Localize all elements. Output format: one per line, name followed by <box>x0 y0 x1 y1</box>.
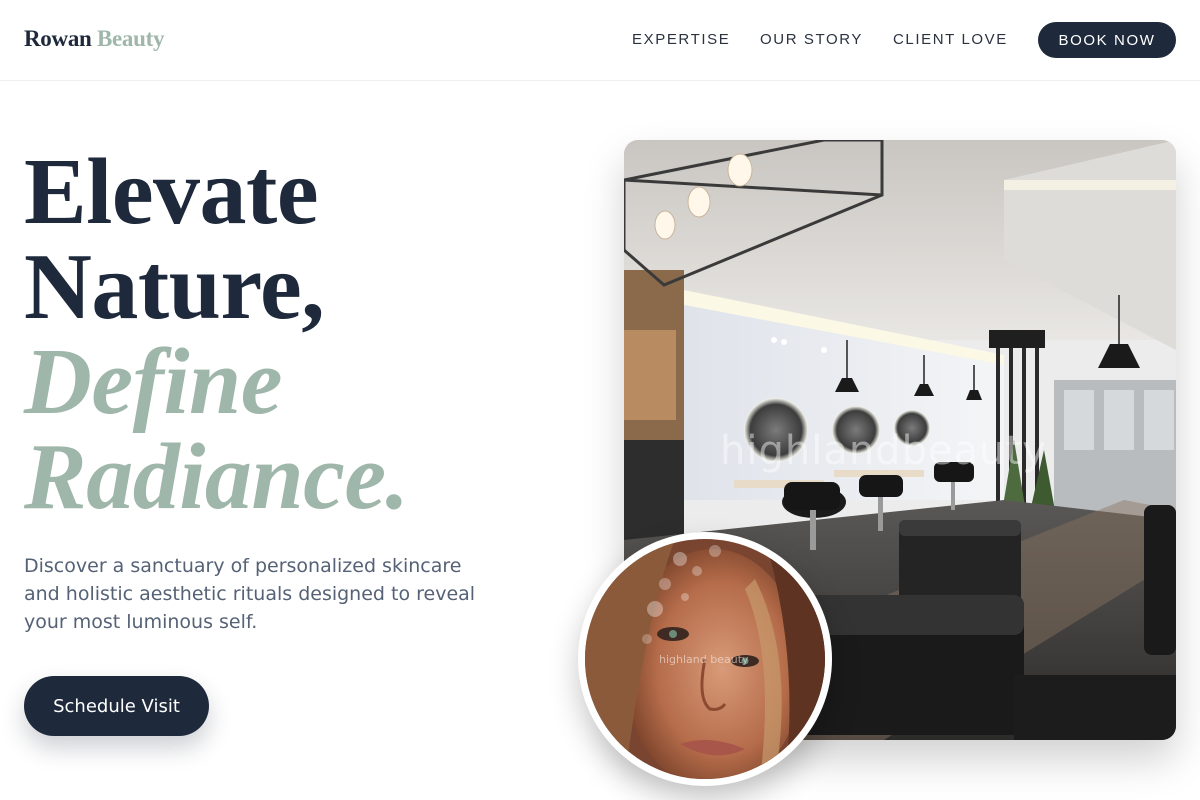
portrait-frame: highland beauty <box>578 532 832 786</box>
brand-name-primary: Rowan <box>24 26 92 51</box>
brand-logo[interactable]: Rowan Beauty <box>24 26 164 52</box>
headline-accent-line-1: Define <box>24 330 283 434</box>
headline-line-1: Elevate <box>24 140 319 244</box>
headline-accent-line-2: Radiance. <box>24 425 409 529</box>
nav-link-expertise[interactable]: EXPERTISE <box>632 31 730 49</box>
site-header: Rowan Beauty EXPERTISE OUR STORY CLIENT … <box>0 0 1200 81</box>
portrait-watermark: highland beauty <box>659 653 749 666</box>
headline-line-2: Nature, <box>24 235 325 339</box>
nav-link-client-love[interactable]: CLIENT LOVE <box>893 31 1008 49</box>
schedule-visit-button[interactable]: Schedule Visit <box>24 676 209 736</box>
book-now-button[interactable]: BOOK NOW <box>1038 22 1176 58</box>
salon-watermark: highlandbeauty <box>720 428 1047 474</box>
hero-description: Discover a sanctuary of personalized ski… <box>24 555 476 633</box>
nav-link-our-story[interactable]: OUR STORY <box>760 31 863 49</box>
portrait-image: highland beauty <box>585 539 825 779</box>
brand-name-accent: Beauty <box>96 26 165 51</box>
hero-headline: Elevate Nature, Define Radiance. <box>24 145 409 525</box>
